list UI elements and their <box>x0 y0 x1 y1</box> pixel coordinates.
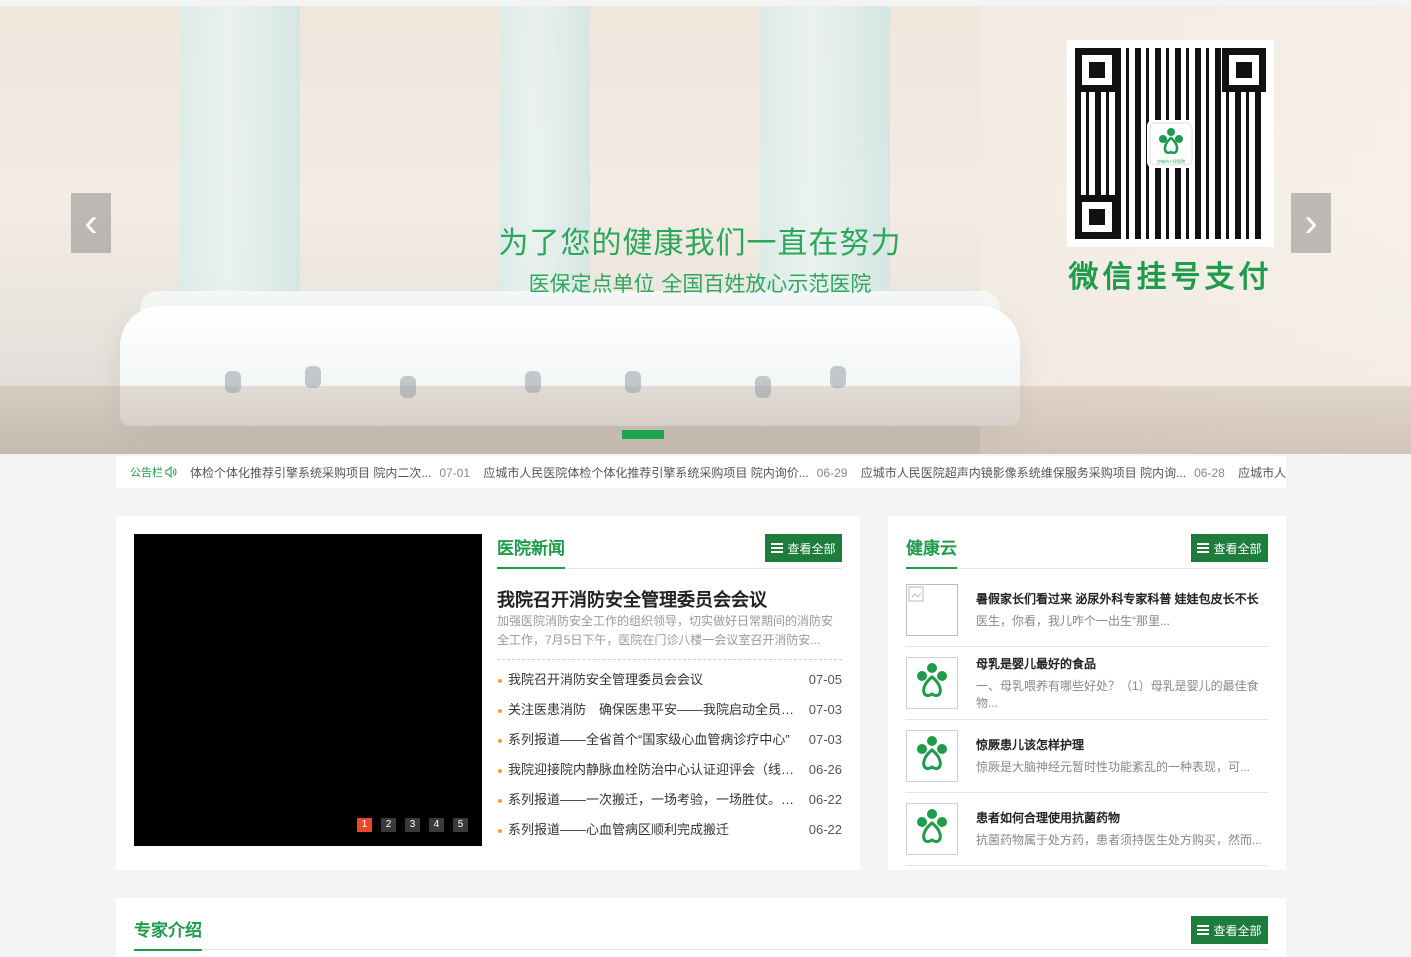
list-item[interactable]: 系列报道——心血管病区顺利完成搬迁 06-22 <box>497 816 842 846</box>
notice-label: 公告栏 <box>116 464 190 480</box>
lead-news-summary: 加强医院消防安全工作的组织领导，切实做好日常期间的消防安全工作，7月5日下午，医… <box>497 614 834 647</box>
wechat-qr-code: 应城市人民医院 <box>1067 40 1274 247</box>
experts-section-header: 专家介绍 查看全部 <box>134 916 1268 951</box>
list-item[interactable]: 我院召开消防安全管理委员会会议 07-05 <box>497 666 842 696</box>
banner-decor <box>305 366 321 388</box>
health-item-title: 惊厥患儿该怎样护理 <box>976 738 1085 752</box>
svg-text:应城市人民医院: 应城市人民医院 <box>1157 158 1185 164</box>
health-cloud-panel: 健康云 查看全部 暑假家长们看过来 泌尿外科专家科普 娃娃包皮长不长 医生，你看… <box>888 516 1286 870</box>
list-icon <box>1197 543 1210 553</box>
divider <box>497 659 842 660</box>
chevron-left-icon: ‹ <box>84 200 98 245</box>
banner-prev-button[interactable]: ‹ <box>71 193 111 253</box>
news-video-player[interactable]: 1 2 3 4 5 <box>134 534 482 846</box>
pager-3[interactable]: 3 <box>405 818 420 832</box>
qr-finder <box>1075 48 1119 92</box>
notice-item[interactable]: 应城市人民医院超声内镜影像系统维保服务采购项目 院内询... 06-28 <box>861 464 1225 481</box>
chevron-right-icon: › <box>1304 200 1318 245</box>
list-item[interactable]: 患者如何合理使用抗菌药物 抗菌药物属于处方药，患者须持医生处方购买，然而... <box>906 793 1268 866</box>
banner-decor <box>830 366 846 388</box>
banner-next-button[interactable]: › <box>1291 193 1331 253</box>
pager-4[interactable]: 4 <box>429 818 444 832</box>
health-item-title: 患者如何合理使用抗菌药物 <box>976 811 1121 825</box>
banner-decor <box>400 376 416 398</box>
health-item-title: 暑假家长们看过来 泌尿外科专家科普 娃娃包皮长不长 <box>976 592 1259 606</box>
qr-finder <box>1075 195 1119 239</box>
list-item[interactable]: 关注医患消防 确保医患平安——我院启动全员消防安全培训07-03 <box>497 696 842 726</box>
list-item[interactable]: 系列报道——一次搬迁，一场考验，一场胜仗。——记 06-22 <box>497 786 842 816</box>
pager-2[interactable]: 2 <box>381 818 396 832</box>
banner-decor <box>225 371 241 393</box>
health-section-header: 健康云 查看全部 <box>906 534 1268 569</box>
banner-decor <box>625 371 641 393</box>
health-item-summary: 惊厥是大脑神经元暂时性功能紊乱的一种表现，可... <box>976 760 1251 774</box>
video-pager: 1 2 3 4 5 <box>357 818 468 832</box>
hero-banner: 为了您的健康我们一直在努力 医保定点单位 全国百姓放心示范医院 应城市人民医院 … <box>0 6 1411 454</box>
view-all-label: 查看全部 <box>1213 923 1262 938</box>
news-section-title[interactable]: 医院新闻 <box>497 534 565 569</box>
notice-item[interactable]: 应城市人民医院体检个体化推荐引擎系统采购项目 院内询价... 06-29 <box>483 464 847 481</box>
hospital-news-panel: 1 2 3 4 5 医院新闻 查看全部 我院召开消防安全管理委员会会议 加强医院… <box>116 516 860 870</box>
news-view-all-button[interactable]: 查看全部 <box>765 534 842 562</box>
notice-label-text: 公告栏 <box>130 467 163 479</box>
notice-item[interactable]: 应城市人民 <box>1238 464 1286 481</box>
lead-news-title[interactable]: 我院召开消防安全管理委员会会议 <box>497 586 842 612</box>
health-view-all-button[interactable]: 查看全部 <box>1191 534 1268 562</box>
hospital-logo-icon <box>906 657 958 709</box>
experts-view-all-button[interactable]: 查看全部 <box>1191 916 1268 944</box>
health-item-title: 母乳是婴儿最好的食品 <box>976 656 1097 671</box>
list-item[interactable]: 系列报道——全省首个“国家级心血管病诊疗中心” 07-03 <box>497 726 842 756</box>
experts-section-title[interactable]: 专家介绍 <box>134 916 202 951</box>
banner-decor <box>525 371 541 393</box>
notice-bar: 公告栏 体检个体化推荐引擎系统采购项目 院内二次... 07-01 应城市人民医院… <box>116 456 1286 488</box>
banner-subslogan: 医保定点单位 全国百姓放心示范医院 <box>528 272 872 296</box>
pager-1[interactable]: 1 <box>357 818 372 832</box>
list-icon <box>1197 925 1210 935</box>
health-item-summary: 抗菌药物属于处方药，患者须持医生处方购买，然而... <box>976 833 1263 847</box>
health-item-summary: 一、母乳喂养有哪些好处？（1）母乳是婴儿的最佳食物... <box>976 678 1259 710</box>
list-item[interactable]: 我院迎接院内静脉血栓防治中心认证迎评会（线上） 06-26 <box>497 756 842 786</box>
list-item[interactable]: 母乳是婴儿最好的食品 一、母乳喂养有哪些好处？（1）母乳是婴儿的最佳食物... <box>906 647 1268 720</box>
view-all-label: 查看全部 <box>787 541 836 556</box>
qr-pattern: 应城市人民医院 <box>1075 48 1266 239</box>
hospital-logo-icon <box>906 730 958 782</box>
speaker-icon <box>165 466 177 478</box>
news-section-header: 医院新闻 查看全部 <box>497 534 842 569</box>
experts-panel: 专家介绍 查看全部 <box>116 898 1286 957</box>
list-item[interactable]: 暑假家长们看过来 泌尿外科专家科普 娃娃包皮长不长 医生，你看，我儿咋个一出生“… <box>906 574 1268 647</box>
banner-decor <box>755 376 771 398</box>
banner-slogan: 为了您的健康我们一直在努力 <box>498 226 902 261</box>
health-section-title[interactable]: 健康云 <box>906 534 957 569</box>
health-item-summary: 医生，你看，我儿咋个一出生“那里... <box>976 614 1170 628</box>
pager-5[interactable]: 5 <box>453 818 468 832</box>
slider-indicator[interactable] <box>622 430 664 439</box>
qr-finder <box>1222 48 1266 92</box>
view-all-label: 查看全部 <box>1213 541 1262 556</box>
notice-item[interactable]: 体检个体化推荐引擎系统采购项目 院内二次... 07-01 <box>190 464 470 481</box>
list-item[interactable]: 惊厥患儿该怎样护理 惊厥是大脑神经元暂时性功能紊乱的一种表现，可... <box>906 720 1268 793</box>
notice-marquee: 体检个体化推荐引擎系统采购项目 院内二次... 07-01 应城市人民医院体检个体… <box>190 464 1286 481</box>
list-icon <box>771 543 784 553</box>
hospital-logo-icon: 应城市人民医院 <box>1147 120 1195 168</box>
wechat-pay-label: 微信挂号支付 <box>1068 261 1273 294</box>
banner-floor <box>0 386 1411 454</box>
health-list: 暑假家长们看过来 泌尿外科专家科普 娃娃包皮长不长 医生，你看，我儿咋个一出生“… <box>906 574 1268 866</box>
hospital-logo-icon <box>906 803 958 855</box>
news-list: 我院召开消防安全管理委员会会议 07-05 关注医患消防 确保医患平安——我院启动… <box>497 666 842 846</box>
broken-image-icon <box>906 584 958 636</box>
